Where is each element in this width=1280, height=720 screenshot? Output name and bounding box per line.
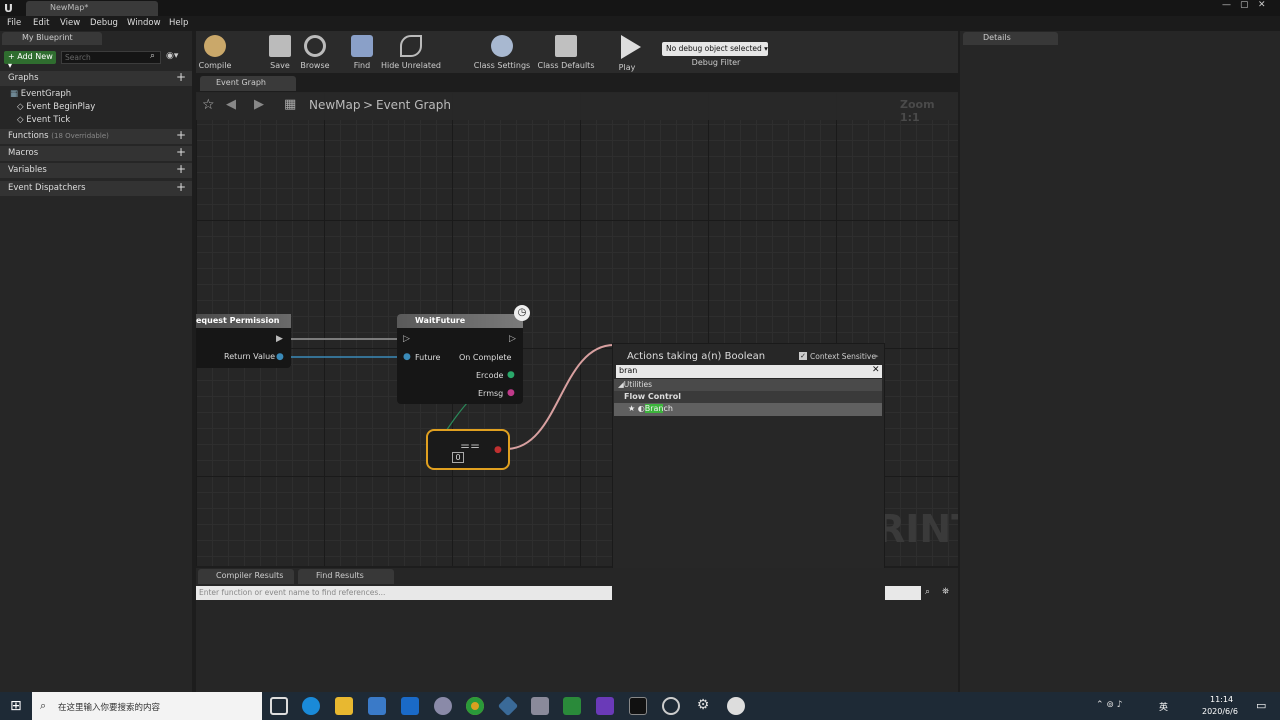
- waitfuture-node[interactable]: WaitFuture ▷ ▷ ● Future On Complete Erco…: [397, 314, 523, 404]
- taskbar-search-icon: ⌕: [40, 699, 47, 712]
- edge-browser-icon[interactable]: [302, 697, 320, 715]
- latent-clock-icon: ◷: [514, 305, 530, 321]
- taskbar-search-input[interactable]: 在这里输入你要搜索的内容: [32, 692, 262, 720]
- request-permission-node[interactable]: equest Permission Return Value ▶ ●: [196, 314, 291, 368]
- compare-node[interactable]: == 0 ●: [426, 429, 510, 470]
- binoculars-icon[interactable]: ⛯: [942, 587, 949, 597]
- app2-icon[interactable]: [531, 697, 549, 715]
- branch-node-icon: ◐: [635, 404, 645, 413]
- settings-gear-icon[interactable]: ⚙: [694, 697, 712, 715]
- tab-compiler-results[interactable]: Compiler Results: [198, 569, 294, 584]
- app3-icon[interactable]: [662, 697, 680, 715]
- chevron-right-icon: ▸: [875, 352, 879, 360]
- return-value-pin-label: Return Value: [224, 352, 276, 361]
- node-title: WaitFuture: [397, 314, 523, 328]
- visual-studio-icon[interactable]: [596, 697, 614, 715]
- file-explorer-icon[interactable]: [335, 697, 353, 715]
- future-pin-label: Future: [415, 353, 441, 362]
- node-title: equest Permission: [196, 314, 291, 328]
- details-panel: [960, 31, 1280, 692]
- notepad-plus-icon[interactable]: [563, 697, 581, 715]
- system-tray-icons[interactable]: ⌃ ⊚ ♪: [1096, 700, 1123, 710]
- tab-find-results[interactable]: Find Results: [298, 569, 394, 584]
- exec-out-pin-icon[interactable]: ▷: [509, 334, 516, 344]
- terminal-icon[interactable]: [629, 697, 647, 715]
- ercode-pin-label: Ercode: [476, 371, 504, 380]
- windows-start-icon[interactable]: ⊞: [10, 698, 22, 714]
- store-icon[interactable]: [368, 697, 386, 715]
- ermsg-pin-label: Ermsg: [478, 389, 504, 398]
- context-sensitive-checkbox[interactable]: ✓: [799, 352, 807, 360]
- ermsg-pin-icon[interactable]: ●: [507, 388, 515, 398]
- on-complete-pin-label: On Complete: [459, 353, 512, 362]
- exec-pin-icon[interactable]: ▶: [276, 334, 283, 344]
- tab-details[interactable]: Details: [963, 32, 1058, 45]
- ercode-pin-icon[interactable]: ●: [507, 370, 515, 380]
- clear-search-icon[interactable]: ✕: [872, 365, 880, 375]
- context-sensitive-label: Context Sensitive: [810, 352, 876, 361]
- find-results-input[interactable]: Enter function or event name to find ref…: [196, 586, 612, 600]
- ime-indicator[interactable]: 英: [1159, 700, 1168, 713]
- category-utilities[interactable]: ◢Utilities: [614, 379, 882, 391]
- category-flow-control[interactable]: Flow Control: [614, 391, 882, 403]
- find-search-icon[interactable]: ⌕: [925, 587, 930, 597]
- exec-in-pin-icon[interactable]: ▷: [403, 334, 410, 344]
- mail-icon[interactable]: [401, 697, 419, 715]
- clock-time[interactable]: 11:14: [1210, 695, 1233, 704]
- equals-icon: ==: [460, 439, 481, 453]
- task-view-icon[interactable]: [270, 697, 288, 715]
- notification-icon[interactable]: ▭: [1256, 699, 1266, 712]
- data-pin-icon[interactable]: ●: [276, 352, 284, 362]
- clock-date[interactable]: 2020/6/6: [1202, 707, 1238, 716]
- future-pin-icon[interactable]: ●: [403, 352, 411, 362]
- popup-title: Actions taking a(n) Boolean: [627, 351, 766, 362]
- unreal-taskbar-icon[interactable]: [727, 697, 745, 715]
- bool-pin-icon[interactable]: ●: [494, 445, 502, 455]
- app-icon[interactable]: [434, 697, 452, 715]
- action-branch[interactable]: ★ ◐Branch: [614, 403, 882, 416]
- find-results-input-end[interactable]: [885, 586, 921, 600]
- chrome-icon[interactable]: [466, 697, 484, 715]
- action-search-input[interactable]: bran ✕: [616, 365, 882, 378]
- compare-value-input[interactable]: 0: [452, 452, 464, 463]
